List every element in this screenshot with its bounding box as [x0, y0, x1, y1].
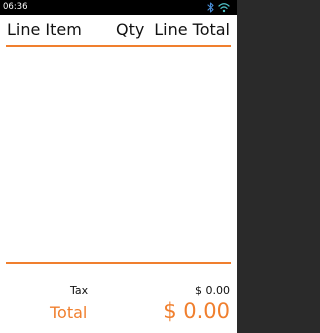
column-header-line-total: Line Total: [154, 20, 230, 39]
line-items-header: Line Item Qty Line Total: [0, 15, 237, 45]
status-bar: 06:36: [0, 0, 237, 15]
wifi-icon: [218, 3, 230, 13]
bluetooth-icon: [207, 2, 214, 13]
status-time: 06:36: [3, 2, 28, 12]
total-value: $ 0.00: [163, 299, 230, 323]
footer-divider: [6, 262, 231, 264]
column-header-line-item: Line Item: [7, 20, 82, 39]
total-label: Total: [50, 303, 88, 322]
pos-device-screen: 06:36 Line Item Qty Line Total Tax $ 0.0…: [0, 0, 237, 333]
line-items-list[interactable]: [6, 48, 231, 261]
tax-value: $ 0.00: [195, 284, 230, 297]
header-divider: [6, 45, 231, 47]
tax-label: Tax: [70, 284, 89, 297]
checkout-screen: Line Item Qty Line Total Tax $ 0.00 Tota…: [0, 15, 237, 333]
column-header-qty: Qty: [116, 20, 145, 39]
